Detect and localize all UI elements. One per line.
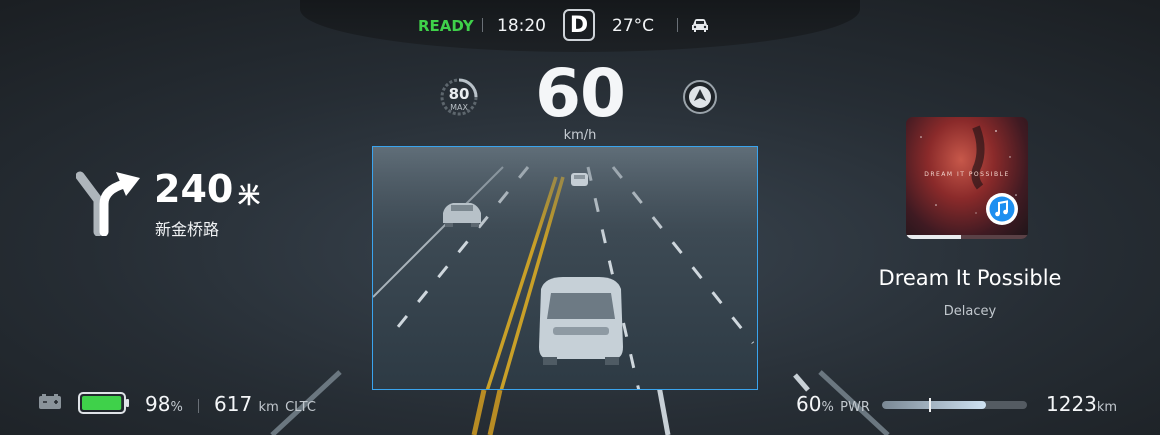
clock: 18:20 bbox=[497, 16, 546, 36]
outside-temperature: 27°C bbox=[612, 16, 655, 36]
album-title-art-text: DREAM IT POSSIBLE bbox=[924, 171, 1010, 178]
speed-limit-value: 80 bbox=[448, 85, 470, 103]
driving-range: 617 km CLTC bbox=[214, 392, 316, 416]
power-meter-fill bbox=[882, 401, 987, 409]
nav-distance-unit: 米 bbox=[238, 184, 261, 209]
music-app-icon bbox=[986, 193, 1018, 225]
odometer: 1223km bbox=[1046, 392, 1118, 416]
car-icon bbox=[692, 19, 708, 32]
nav-road-name: 新金桥路 bbox=[155, 220, 220, 239]
gear-indicator: D bbox=[563, 9, 595, 41]
status-divider bbox=[482, 18, 483, 32]
current-speed: 60 bbox=[535, 55, 626, 132]
power-meter bbox=[882, 401, 1027, 409]
battery-percent: 98% bbox=[145, 392, 183, 416]
status-divider bbox=[677, 18, 678, 32]
battery-level-icon bbox=[78, 392, 129, 414]
battery-pack-icon bbox=[39, 394, 61, 409]
nav-distance: 240 bbox=[154, 167, 234, 211]
power-meter-marker bbox=[929, 398, 931, 412]
instrument-cluster: READY 18:20 D 27°C 80 MAX 60 km/h 240 米 … bbox=[0, 0, 1160, 435]
speed-limit-label: MAX bbox=[450, 103, 468, 112]
ready-indicator: READY bbox=[418, 17, 474, 35]
battery-level-fill bbox=[82, 396, 122, 410]
ego-vehicle bbox=[539, 277, 623, 365]
adas-camera-view bbox=[372, 146, 758, 390]
track-progress-bar bbox=[906, 235, 1028, 239]
turn-right-icon bbox=[76, 171, 140, 236]
speed-unit: km/h bbox=[563, 128, 597, 143]
power-percent: 60% PWR bbox=[796, 392, 870, 416]
driver-assist-icon bbox=[683, 80, 717, 114]
lane-visualization bbox=[373, 147, 757, 389]
song-title: Dream It Possible bbox=[878, 266, 1062, 290]
bottom-divider bbox=[198, 399, 199, 413]
song-artist: Delacey bbox=[943, 304, 997, 319]
distant-vehicle bbox=[571, 173, 588, 186]
track-progress-fill bbox=[906, 235, 961, 239]
